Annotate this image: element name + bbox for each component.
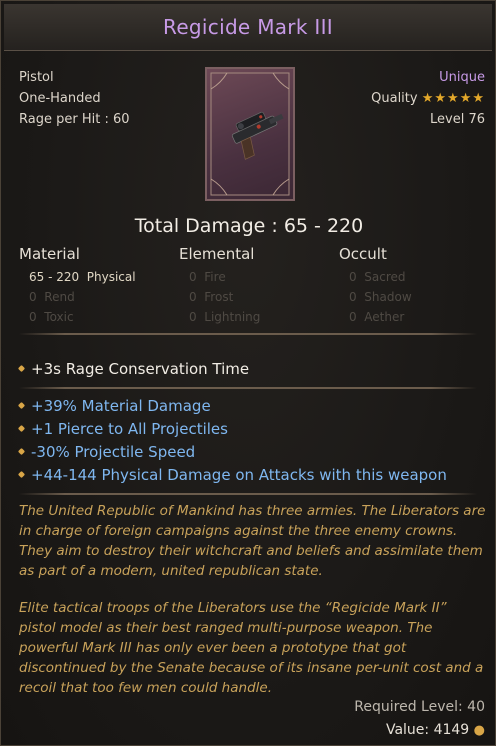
lore-line: They aim to destroy their witchcraft and… xyxy=(19,543,483,559)
modifier-text: -30% Projectile Speed xyxy=(31,443,196,461)
item-level: Level 76 xyxy=(430,112,485,127)
damage-toxic: 0 Toxic xyxy=(29,310,74,324)
value-text: Value: 4149 xyxy=(385,722,470,738)
damage-type: Aether xyxy=(364,310,405,324)
damage-type: Physical xyxy=(86,270,136,284)
occult-header: Occult xyxy=(339,245,387,263)
damage-value: 0 xyxy=(189,290,197,304)
lore-paragraph-2: Elite tactical troops of the Liberators … xyxy=(19,598,489,698)
star-icon: ★ xyxy=(421,91,435,106)
star-icon: ★ xyxy=(434,91,448,106)
modifier-line: -30% Projectile Speed xyxy=(17,443,196,461)
item-base-info: Pistol One-Handed Rage per Hit : 60 xyxy=(19,67,130,130)
pistol-art xyxy=(210,72,290,196)
lore-line: in charge of foreign campaigns against t… xyxy=(19,523,458,539)
material-header: Material xyxy=(19,245,80,263)
quality-label: Quality xyxy=(371,91,418,106)
quality-row: Quality ★★★★★ xyxy=(371,88,485,109)
item-type: Pistol xyxy=(19,70,54,85)
star-icon: ★ xyxy=(447,91,460,106)
divider xyxy=(19,493,477,495)
implicit-text: +3s Rage Conservation Time xyxy=(31,360,250,378)
modifier-line: +44-144 Physical Damage on Attacks with … xyxy=(17,466,447,484)
damage-value: 0 xyxy=(29,310,37,324)
bullet-icon xyxy=(17,447,26,456)
damage-type: Shadow xyxy=(364,290,412,304)
damage-type: Toxic xyxy=(44,310,74,324)
rage-per-hit: Rage per Hit : 60 xyxy=(19,112,130,127)
title-bar: Regicide Mark III xyxy=(4,4,492,51)
modifier-line: +1 Pierce to All Projectiles xyxy=(17,420,228,438)
lore-line: discontinued by the Senate because of it… xyxy=(19,660,484,676)
damage-type: Rend xyxy=(44,290,75,304)
lore-line: recoil that too few men could handle. xyxy=(19,680,272,696)
lore-line: The United Republic of Mankind has three… xyxy=(19,503,486,519)
item-name: Regicide Mark III xyxy=(163,15,333,39)
damage-frost: 0 Frost xyxy=(189,290,233,304)
implicit-modifier: +3s Rage Conservation Time xyxy=(17,360,250,378)
lore-paragraph-1: The United Republic of Mankind has three… xyxy=(19,501,489,581)
damage-value: 65 - 220 xyxy=(29,270,80,284)
damage-value: 0 xyxy=(349,310,357,324)
damage-type: Sacred xyxy=(364,270,406,284)
divider xyxy=(19,333,477,335)
item-tooltip: Regicide Mark III Pistol One-Handed Rage… xyxy=(0,0,496,746)
damage-value: 0 xyxy=(189,310,197,324)
damage-sacred: 0 Sacred xyxy=(349,270,406,284)
damage-value: 0 xyxy=(189,270,197,284)
item-meta-info: Unique Quality ★★★★★ Level 76 xyxy=(371,67,485,130)
item-value: Value: 4149 ● xyxy=(386,722,485,738)
total-damage: Total Damage : 65 - 220 xyxy=(134,215,364,237)
coins-icon: ● xyxy=(473,723,485,738)
rarity-label: Unique xyxy=(439,70,485,85)
damage-lightning: 0 Lightning xyxy=(189,310,260,324)
bullet-icon xyxy=(17,424,26,433)
lore-line: pistol model as their best ranged multi-… xyxy=(19,620,433,636)
pistol-card-icon xyxy=(205,67,295,201)
bullet-icon xyxy=(17,364,26,373)
bullet-icon xyxy=(17,401,26,410)
star-icon: ★ xyxy=(472,91,485,106)
damage-type: Fire xyxy=(204,270,226,284)
lore-line: as part of a modern, united republican s… xyxy=(19,563,323,579)
lore-line: Elite tactical troops of the Liberators … xyxy=(19,600,447,616)
required-level: Required Level: 40 xyxy=(354,699,485,715)
damage-aether: 0 Aether xyxy=(349,310,404,324)
star-icon: ★ xyxy=(459,91,473,106)
damage-rend: 0 Rend xyxy=(29,290,75,304)
damage-value: 0 xyxy=(29,290,37,304)
damage-physical: 65 - 220 Physical xyxy=(29,270,136,284)
damage-shadow: 0 Shadow xyxy=(349,290,412,304)
divider xyxy=(19,387,477,389)
modifier-text: +39% Material Damage xyxy=(31,397,211,415)
modifier-text: +44-144 Physical Damage on Attacks with … xyxy=(31,466,447,484)
lore-line: powerful Mark III has only ever been a p… xyxy=(19,640,407,656)
damage-type: Lightning xyxy=(204,310,261,324)
quality-stars: ★★★★★ xyxy=(422,91,485,106)
item-handedness: One-Handed xyxy=(19,91,101,106)
damage-value: 0 xyxy=(349,270,357,284)
damage-fire: 0 Fire xyxy=(189,270,226,284)
modifier-text: +1 Pierce to All Projectiles xyxy=(31,420,228,438)
damage-type: Frost xyxy=(204,290,234,304)
bullet-icon xyxy=(17,470,26,479)
damage-value: 0 xyxy=(349,290,357,304)
modifier-line: +39% Material Damage xyxy=(17,397,211,415)
elemental-header: Elemental xyxy=(179,245,255,263)
